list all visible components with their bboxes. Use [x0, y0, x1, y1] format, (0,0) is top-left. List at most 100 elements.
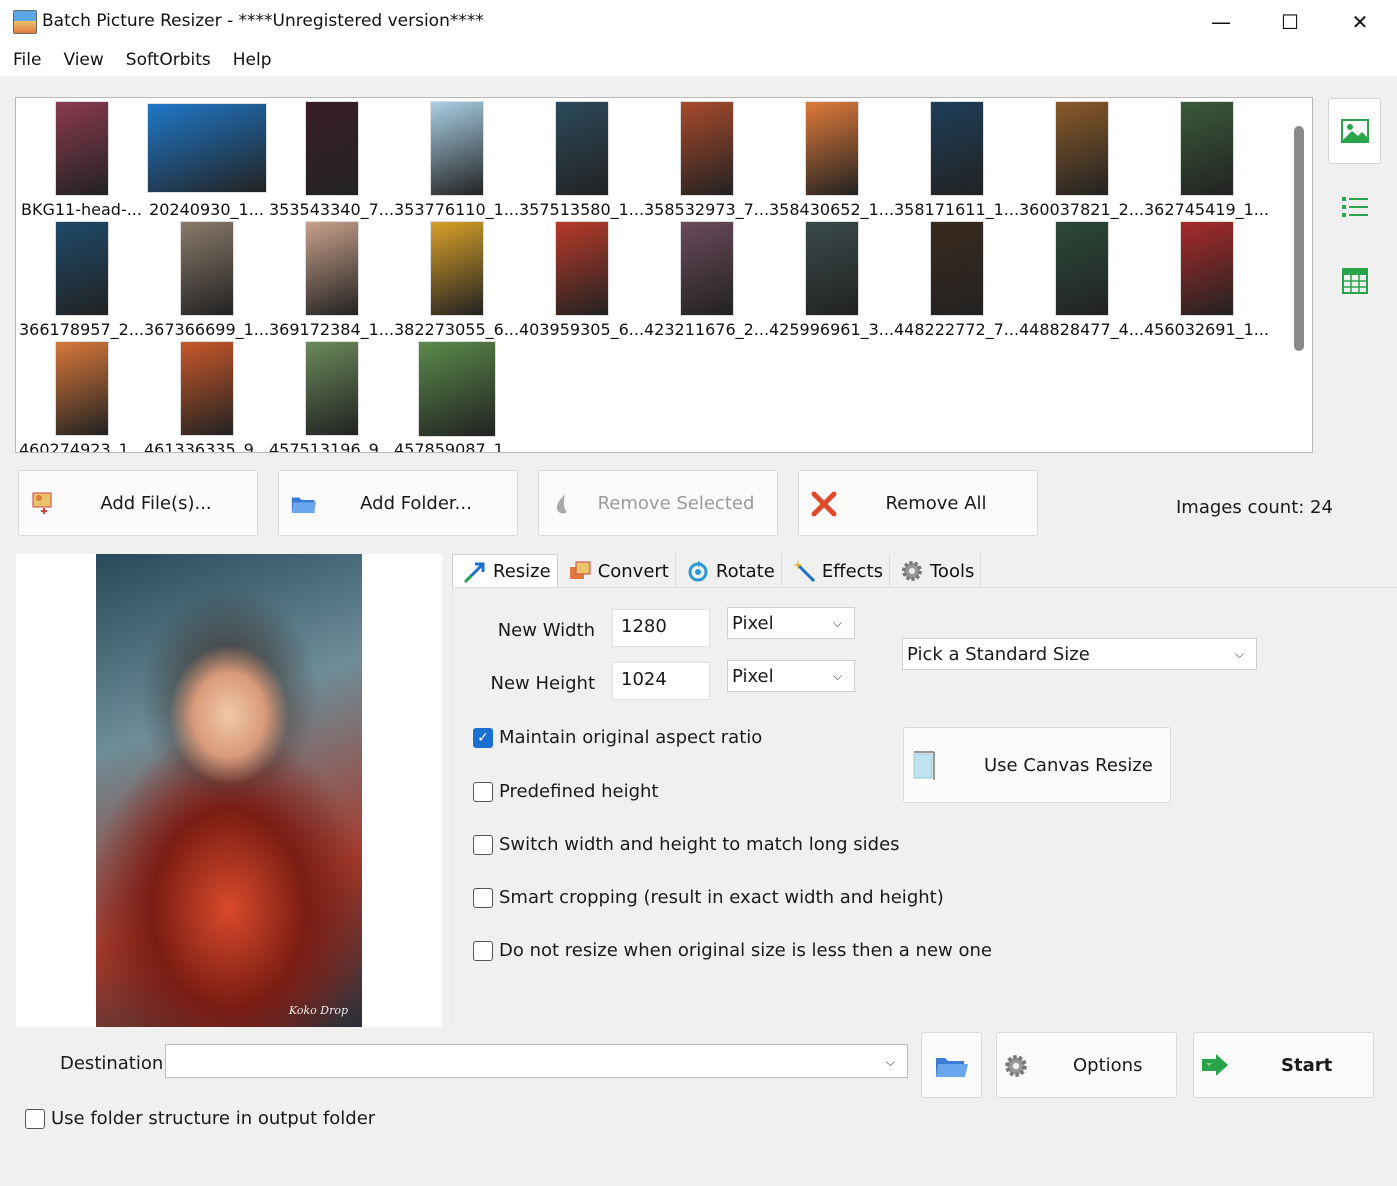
file-name: 461336335_9... — [144, 440, 269, 453]
tab-effects-label: Effects — [821, 560, 883, 582]
width-unit-value: Pixel — [732, 612, 774, 634]
file-thumbnail[interactable]: 353543340_7... — [269, 98, 394, 219]
thumbnail-view-button[interactable] — [1328, 98, 1381, 164]
predefined-height-checkbox[interactable]: Predefined height — [473, 781, 658, 802]
menu-view[interactable]: View — [63, 50, 103, 70]
file-thumbnail[interactable]: 369172384_1... — [269, 218, 394, 339]
menu-softorbits[interactable]: SoftOrbits — [126, 50, 211, 70]
remove-all-button[interactable]: Remove All — [798, 470, 1038, 536]
use-folder-structure-checkbox[interactable]: Use folder structure in output folder — [25, 1108, 375, 1129]
file-thumbnail[interactable]: 448222772_7... — [894, 218, 1019, 339]
file-thumbnail[interactable]: 456032691_1... — [1144, 218, 1269, 339]
file-thumbnail[interactable]: 353776110_1... — [394, 98, 519, 219]
file-thumbnail[interactable]: 425996961_3... — [769, 218, 894, 339]
file-name: 367366699_1... — [144, 320, 269, 339]
file-name: 382273055_6... — [394, 320, 519, 339]
maintain-aspect-checkbox[interactable]: ✓ Maintain original aspect ratio — [473, 727, 762, 748]
checkbox-icon — [473, 781, 493, 802]
thumbnail-image — [929, 221, 984, 316]
menu-help[interactable]: Help — [233, 50, 272, 70]
resize-icon — [463, 562, 485, 583]
height-unit-select[interactable]: Pixel ⌵ — [727, 660, 855, 692]
tab-resize-label: Resize — [493, 561, 551, 582]
tab-tools-label: Tools — [930, 560, 975, 582]
new-height-input[interactable]: 1024 — [612, 662, 710, 700]
list-icon — [1341, 197, 1368, 217]
smart-cropping-checkbox[interactable]: Smart cropping (result in exact width an… — [473, 887, 944, 908]
file-thumbnail[interactable]: 362745419_1... — [1144, 98, 1269, 219]
file-thumbnail[interactable]: 366178957_2... — [19, 218, 144, 339]
tab-effects[interactable]: Effects — [782, 554, 890, 588]
preview-image: Koko Drop — [96, 554, 362, 1027]
file-thumbnail[interactable]: 357513580_1... — [519, 98, 644, 219]
file-name: 425996961_3... — [769, 320, 894, 339]
file-list[interactable]: BKG11-head-... 20240930_1... 353543340_7..… — [15, 97, 1313, 453]
thumbnail-image — [679, 221, 734, 316]
file-thumbnail[interactable]: 367366699_1... — [144, 218, 269, 339]
no-upscale-checkbox[interactable]: Do not resize when original size is less… — [473, 940, 992, 961]
file-thumbnail[interactable]: 457513196_9... — [269, 338, 394, 452]
canvas-icon — [913, 751, 935, 780]
file-thumbnail[interactable]: 457859087_1... — [394, 338, 519, 452]
new-width-input[interactable]: 1280 — [612, 609, 710, 647]
tab-tools[interactable]: Tools — [890, 554, 982, 588]
add-files-button[interactable]: Add File(s)... — [18, 470, 258, 536]
file-name: 460274923_1... — [19, 440, 144, 453]
maximize-button[interactable]: ☐ — [1256, 0, 1324, 44]
destination-input[interactable]: ⌵ — [165, 1044, 908, 1078]
checkbox-icon — [473, 887, 493, 908]
chevron-down-icon: ⌵ — [832, 615, 842, 630]
close-button[interactable]: ✕ — [1326, 0, 1394, 44]
file-name: BKG11-head-... — [21, 200, 142, 219]
chevron-down-icon: ⌵ — [1234, 646, 1244, 661]
tab-rotate[interactable]: Rotate — [676, 554, 782, 588]
file-thumbnail[interactable]: 460274923_1... — [19, 338, 144, 453]
width-unit-select[interactable]: Pixel ⌵ — [727, 607, 855, 639]
table-icon — [1341, 268, 1368, 294]
table-view-button[interactable] — [1328, 248, 1381, 314]
file-name: 403959305_6... — [519, 320, 644, 339]
remove-selected-button[interactable]: Remove Selected — [538, 470, 778, 536]
file-name: 423211676_2... — [644, 320, 769, 339]
file-thumbnail[interactable]: 20240930_1... — [144, 98, 269, 219]
preview-signature: Koko Drop — [288, 1004, 348, 1017]
start-button[interactable]: Start — [1193, 1032, 1374, 1098]
checkbox-checked-icon: ✓ — [473, 727, 493, 748]
menu-file[interactable]: File — [13, 50, 41, 70]
file-thumbnail[interactable]: 358430652_1... — [769, 98, 894, 219]
thumbnail-image — [54, 221, 109, 316]
options-button[interactable]: Options — [996, 1032, 1177, 1098]
file-thumbnail[interactable]: 358171611_1... — [894, 98, 1019, 219]
file-thumbnail[interactable]: 423211676_2... — [644, 218, 769, 339]
thumbnail-image — [1179, 221, 1234, 316]
file-name: 448222772_7... — [894, 320, 1019, 339]
thumbnail-image — [929, 101, 984, 196]
file-thumbnail[interactable]: BKG11-head-... — [19, 98, 144, 219]
thumbnail-image — [1054, 101, 1109, 196]
file-thumbnail[interactable]: 358532973_7... — [644, 98, 769, 219]
switch-sides-checkbox[interactable]: Switch width and height to match long si… — [473, 834, 900, 855]
canvas-resize-button[interactable]: Use Canvas Resize — [903, 727, 1171, 803]
maintain-aspect-label: Maintain original aspect ratio — [499, 727, 763, 748]
browse-destination-button[interactable] — [921, 1032, 982, 1098]
standard-size-select[interactable]: Pick a Standard Size ⌵ — [902, 638, 1257, 670]
tab-convert[interactable]: Convert — [558, 554, 676, 588]
file-thumbnail[interactable]: 360037821_2... — [1019, 98, 1144, 219]
add-folder-button[interactable]: Add Folder... — [278, 470, 518, 536]
chevron-down-icon: ⌵ — [885, 1055, 895, 1069]
file-list-scrollbar[interactable] — [1294, 126, 1304, 351]
settings-tabs: Resize Convert Rotate Effects Tools — [452, 554, 982, 588]
thumbnail-image — [54, 101, 109, 196]
thumbnail-image — [1054, 221, 1109, 316]
file-thumbnail[interactable]: 461336335_9... — [144, 338, 269, 453]
file-thumbnail[interactable]: 448828477_4... — [1019, 218, 1144, 339]
convert-icon — [569, 561, 591, 579]
minimize-button[interactable]: — — [1187, 0, 1255, 44]
file-thumbnail[interactable]: 382273055_6... — [394, 218, 519, 339]
tab-resize[interactable]: Resize — [452, 554, 558, 588]
file-thumbnail[interactable]: 403959305_6... — [519, 218, 644, 339]
list-view-button[interactable] — [1328, 174, 1381, 240]
file-name: 369172384_1... — [269, 320, 394, 339]
title-bar: Batch Picture Resizer - ****Unregistered… — [0, 0, 1397, 44]
file-name: 353543340_7... — [269, 200, 394, 219]
